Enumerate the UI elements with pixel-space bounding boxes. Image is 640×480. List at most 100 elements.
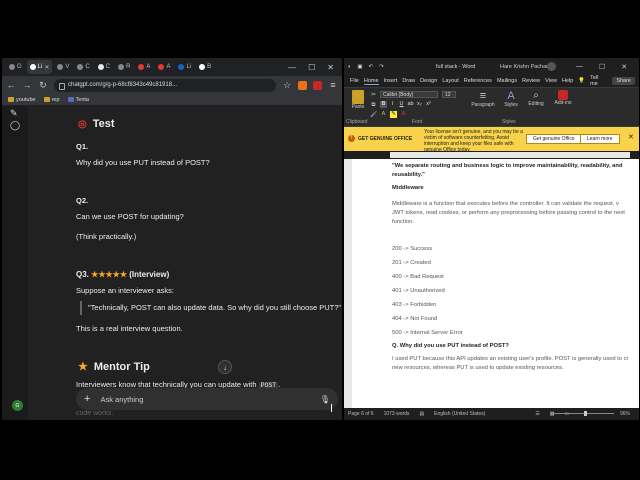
forward-icon[interactable]: → <box>22 80 32 90</box>
font-color-icon[interactable]: A <box>400 111 407 118</box>
paste-button[interactable]: Paste <box>348 90 368 110</box>
browser-tab-active[interactable]: Li ✕ <box>26 60 53 74</box>
format-painter-icon[interactable]: 🖌 <box>370 112 377 119</box>
tab-review[interactable]: Review <box>522 78 540 84</box>
tab-home[interactable]: Home <box>363 78 379 85</box>
url-input[interactable]: chatgpt.com/g/g-p-68cf8343c49c81918... <box>54 78 276 92</box>
scroll-down-button[interactable]: ↓ <box>218 360 232 374</box>
underline-button[interactable]: U <box>398 101 405 108</box>
document-canvas: "We separate routing and business logic … <box>352 159 639 408</box>
brave-shield-icon[interactable] <box>298 80 307 90</box>
autosave-icon[interactable]: ◐ <box>348 64 351 70</box>
styles-button[interactable]: A Styles <box>502 90 520 108</box>
star-icon[interactable]: ☆ <box>282 80 292 91</box>
tab-design[interactable]: Design <box>420 78 437 84</box>
tab-insert[interactable]: Insert <box>384 78 398 84</box>
italic-button[interactable]: I <box>389 101 396 108</box>
tab-view[interactable]: View <box>545 78 557 84</box>
font-name-select[interactable]: Calibri (Body) <box>380 91 438 98</box>
close-icon[interactable]: ✕ <box>628 133 634 141</box>
get-genuine-office-button[interactable]: Get genuine Office <box>526 134 582 144</box>
composer-input[interactable]: Ask anything <box>100 395 143 404</box>
focus-icon[interactable]: ☰ <box>535 411 539 417</box>
editing-button[interactable]: ⌕ Editing <box>526 90 546 107</box>
avatar[interactable]: G <box>12 400 23 411</box>
bold-button[interactable]: B <box>380 101 387 108</box>
proofing-icon[interactable]: ▤ <box>419 411 424 417</box>
vertical-ruler[interactable] <box>344 159 352 408</box>
browser-tab[interactable]: G <box>6 60 25 74</box>
reload-icon[interactable]: ↻ <box>38 80 48 91</box>
horizontal-ruler[interactable] <box>390 152 630 158</box>
tab-references[interactable]: References <box>464 78 492 84</box>
close-window-icon[interactable]: ✕ <box>621 63 627 71</box>
bookmark-rep[interactable]: rep <box>43 97 60 103</box>
maximize-icon[interactable]: ☐ <box>308 63 315 72</box>
print-layout-icon[interactable]: ▦ <box>550 411 555 417</box>
word-count[interactable]: 1073 words <box>384 411 410 417</box>
paragraph-button[interactable]: ≡ Paragraph <box>470 90 496 108</box>
learn-more-button[interactable]: Learn more <box>580 134 620 144</box>
status-code-line: 200 -> Success <box>392 246 433 252</box>
maximize-icon[interactable]: ☐ <box>599 63 605 71</box>
plus-icon[interactable]: + <box>84 393 90 405</box>
superscript-button[interactable]: x² <box>425 101 432 108</box>
language-indicator[interactable]: English (United States) <box>434 411 485 417</box>
addins-button[interactable]: Add-ins <box>552 90 574 106</box>
q2-hint: (Think practically.) <box>76 232 137 241</box>
close-window-icon[interactable]: ✕ <box>327 63 334 72</box>
page-count[interactable]: Page 6 of 6 <box>348 411 374 417</box>
folder-icon <box>43 97 50 102</box>
tell-me-search[interactable]: Tell me <box>590 75 607 87</box>
document-title: full stack - Word <box>436 63 476 70</box>
strikethrough-button[interactable]: ab <box>407 101 414 108</box>
back-icon[interactable]: ← <box>6 80 16 90</box>
target-icon: ◎ <box>78 118 87 130</box>
tab-layout[interactable]: Layout <box>442 78 459 84</box>
q2-label: Q2. <box>76 196 89 205</box>
desktop-screen: G Li ✕ V C C R A A Li B — ☐ ✕ ← → ↻ chatg… <box>0 0 640 480</box>
chat-composer[interactable]: + Ask anything 🎙 <box>76 388 338 410</box>
browser-tab[interactable]: C <box>95 60 113 74</box>
undo-icon[interactable]: ↶ <box>369 64 374 70</box>
browser-tab[interactable]: A <box>135 60 153 74</box>
cut-icon[interactable]: ✂ <box>370 92 377 99</box>
menu-icon[interactable]: ≡ <box>328 80 338 90</box>
tab-file[interactable]: File <box>350 78 359 84</box>
close-icon[interactable]: ✕ <box>44 64 49 71</box>
copy-icon[interactable]: ⧉ <box>370 102 377 109</box>
browser-tab[interactable]: B <box>196 60 214 74</box>
text-effects-icon[interactable]: A <box>380 111 387 118</box>
tab-mailings[interactable]: Mailings <box>497 78 517 84</box>
browser-tab[interactable]: C <box>74 60 92 74</box>
browser-tab[interactable]: Li <box>175 60 194 74</box>
share-button[interactable]: Share <box>612 77 635 85</box>
browser-tab[interactable]: V <box>54 60 72 74</box>
user-avatar[interactable] <box>547 62 556 71</box>
word-window: ◐ ▣ ↶ ↷ full stack - Word Hare Krishn Pa… <box>344 58 639 420</box>
subscript-button[interactable]: x₂ <box>416 101 423 108</box>
document-page[interactable]: "We separate routing and business logic … <box>352 159 639 408</box>
extension-icon[interactable] <box>313 80 322 90</box>
tab-favicon-icon <box>57 64 64 70</box>
tab-draw[interactable]: Draw <box>402 78 415 84</box>
font-size-select[interactable]: 12 <box>442 91 456 98</box>
redo-icon[interactable]: ↷ <box>379 64 384 70</box>
chat-bubble-icon[interactable]: ◯ <box>10 120 20 131</box>
bookmark-tenta[interactable]: Tenta <box>67 97 89 103</box>
tab-help[interactable]: Help <box>562 78 573 84</box>
new-chat-icon[interactable]: ✎ <box>10 108 18 119</box>
mic-icon[interactable]: 🎙 <box>320 395 330 404</box>
highlight-icon[interactable]: ✎ <box>390 111 397 118</box>
web-layout-icon[interactable]: ▭ <box>565 411 570 417</box>
tab-favicon-icon <box>77 64 84 70</box>
zoom-slider-handle[interactable] <box>584 411 587 416</box>
tab-favicon-icon <box>178 64 185 70</box>
save-icon[interactable]: ▣ <box>357 64 362 70</box>
zoom-level[interactable]: 96% <box>620 411 630 417</box>
browser-tab[interactable]: R <box>115 60 133 74</box>
minimize-icon[interactable]: — <box>288 63 296 72</box>
browser-tab[interactable]: A <box>155 60 173 74</box>
minimize-icon[interactable]: — <box>576 63 583 71</box>
bookmark-youtube[interactable]: youtube <box>8 97 36 103</box>
